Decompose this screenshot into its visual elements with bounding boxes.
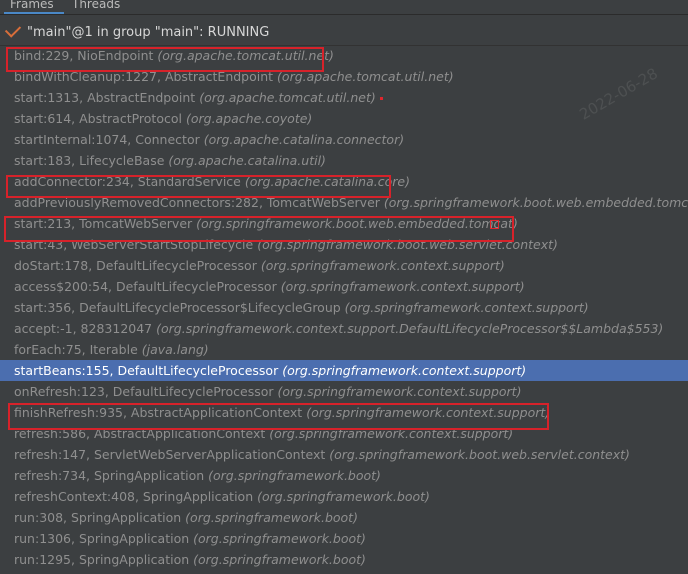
frame-package: (org.springframework.boot)	[185, 510, 358, 525]
frame-package: (org.apache.catalina.util)	[168, 153, 326, 168]
frame-package: (org.springframework.context.support)	[260, 258, 505, 273]
frame-method: refresh:147, ServletWebServerApplication…	[14, 447, 326, 462]
frame-row[interactable]: forEach:75, Iterable (java.lang)	[0, 339, 688, 360]
frame-row[interactable]: startInternal:1074, Connector (org.apach…	[0, 129, 688, 150]
frame-row[interactable]: run:308, SpringApplication (org.springfr…	[0, 507, 688, 528]
tab-threads[interactable]: Threads	[72, 0, 120, 12]
frame-row[interactable]: refreshContext:408, SpringApplication (o…	[0, 486, 688, 507]
frame-package: (org.apache.catalina.connector)	[203, 132, 405, 147]
frame-method: doStart:178, DefaultLifecycleProcessor	[14, 258, 257, 273]
frame-package: (org.springframework.boot)	[193, 552, 366, 567]
checkmark-icon	[4, 21, 22, 38]
annotation-box-addconnector	[6, 175, 391, 198]
frame-package: (org.apache.coyote)	[185, 111, 313, 126]
frame-method: start:183, LifecycleBase	[14, 153, 165, 168]
frame-method: onRefresh:123, DefaultLifecycleProcessor	[14, 384, 274, 399]
frame-method: start:356, DefaultLifecycleProcessor$Lif…	[14, 300, 341, 315]
frame-row[interactable]: refresh:734, SpringApplication (org.spri…	[0, 465, 688, 486]
thread-label: "main"@1 in group "main": RUNNING	[27, 25, 270, 40]
frame-package: (org.springframework.context.support)	[280, 279, 525, 294]
frame-row-selected[interactable]: startBeans:155, DefaultLifecycleProcesso…	[0, 360, 688, 381]
frame-method: startBeans:155, DefaultLifecycleProcesso…	[14, 363, 279, 378]
annotation-dot	[380, 97, 383, 100]
frame-package: (java.lang)	[141, 342, 209, 357]
frame-row[interactable]: start:356, DefaultLifecycleProcessor$Lif…	[0, 297, 688, 318]
frame-row[interactable]: run:1295, SpringApplication (org.springf…	[0, 549, 688, 570]
frame-method: run:1295, SpringApplication	[14, 552, 190, 567]
frame-method: run:308, SpringApplication	[14, 510, 182, 525]
frame-method: startInternal:1074, Connector	[14, 132, 200, 147]
frame-package: (org.springframework.boot)	[257, 489, 430, 504]
frame-row[interactable]: access$200:54, DefaultLifecycleProcessor…	[0, 276, 688, 297]
frame-package: (org.springframework.context.support.Def…	[156, 321, 664, 336]
frame-row[interactable]: onRefresh:123, DefaultLifecycleProcessor…	[0, 381, 688, 402]
frame-method: run:1306, SpringApplication	[14, 531, 190, 546]
frame-package: (org.springframework.context.support)	[282, 363, 527, 378]
tab-frames[interactable]: Frames	[4, 0, 64, 14]
frame-package: (org.springframework.boot.web.embedded.t…	[383, 195, 688, 210]
frame-method: start:614, AbstractProtocol	[14, 111, 182, 126]
frame-row[interactable]: run:1306, SpringApplication (org.springf…	[0, 528, 688, 549]
frame-package: (org.springframework.context.support)	[277, 384, 522, 399]
frame-package: (org.springframework.boot)	[208, 468, 381, 483]
frame-method: forEach:75, Iterable	[14, 342, 138, 357]
frame-method: refreshContext:408, SpringApplication	[14, 489, 254, 504]
thread-selector[interactable]: "main"@1 in group "main": RUNNING	[0, 16, 688, 46]
annotation-box-tomcat-start	[4, 216, 514, 242]
frame-method: start:1313, AbstractEndpoint	[14, 90, 196, 105]
frame-package: (org.springframework.boot.web.servlet.co…	[329, 447, 630, 462]
annotation-box-finishrefresh	[8, 403, 549, 430]
debugger-tabs: Frames Threads	[0, 0, 688, 15]
frame-row[interactable]: accept:-1, 828312047 (org.springframewor…	[0, 318, 688, 339]
frame-package: (org.springframework.boot)	[193, 531, 366, 546]
annotation-box-bind	[6, 47, 324, 72]
frame-method: access$200:54, DefaultLifecycleProcessor	[14, 279, 277, 294]
frame-row[interactable]: refresh:147, ServletWebServerApplication…	[0, 444, 688, 465]
annotation-square	[490, 220, 499, 229]
frame-package: (org.springframework.context.support)	[344, 300, 589, 315]
frame-row[interactable]: start:183, LifecycleBase (org.apache.cat…	[0, 150, 688, 171]
frame-method: accept:-1, 828312047	[14, 321, 153, 336]
frame-package: (org.apache.tomcat.util.net)	[199, 90, 376, 105]
frame-method: refresh:734, SpringApplication	[14, 468, 205, 483]
frame-row[interactable]: doStart:178, DefaultLifecycleProcessor (…	[0, 255, 688, 276]
